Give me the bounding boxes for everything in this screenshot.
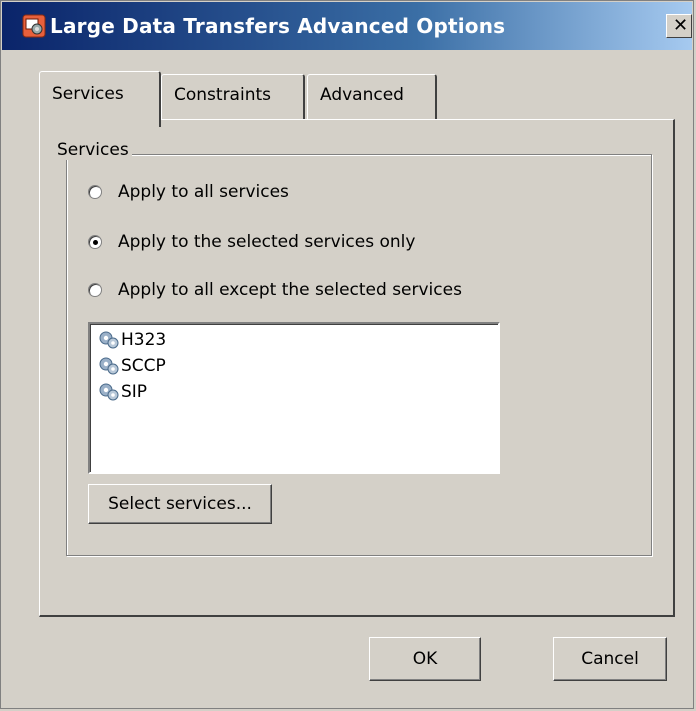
radio-apply-all[interactable]: Apply to all services	[88, 182, 289, 202]
radio-selected-dot	[93, 240, 98, 245]
list-item[interactable]: SIP	[98, 382, 147, 402]
list-item[interactable]: SCCP	[98, 356, 166, 376]
list-item-label: SIP	[121, 382, 148, 402]
tab-advanced[interactable]: Advanced	[307, 74, 437, 120]
tab-services[interactable]: Services	[39, 71, 161, 127]
window-title: Large Data Transfers Advanced Options	[50, 14, 506, 38]
services-group-legend: Services	[54, 140, 132, 160]
radio-apply-except-label: Apply to all except the selected service…	[118, 280, 462, 300]
services-gear-icon	[99, 383, 119, 401]
list-item-label: SCCP	[121, 356, 166, 376]
services-listbox[interactable]: H323 SCCP SIP	[88, 322, 500, 474]
list-item-label: H323	[121, 330, 167, 350]
select-services-button[interactable]: Select services...	[88, 484, 272, 524]
services-gear-icon	[99, 331, 119, 349]
radio-apply-except-button[interactable]	[88, 283, 102, 297]
advanced-options-dialog: Large Data Transfers Advanced Options ✕ …	[0, 0, 694, 709]
radio-apply-except[interactable]: Apply to all except the selected service…	[88, 280, 462, 300]
list-item[interactable]: H323	[98, 330, 166, 350]
radio-apply-all-label: Apply to all services	[118, 182, 289, 202]
radio-apply-selected[interactable]: Apply to the selected services only	[88, 232, 415, 252]
radio-apply-selected-button[interactable]	[88, 235, 102, 249]
services-tab-panel: Services Apply to all services Apply to …	[39, 119, 675, 617]
tab-constraints[interactable]: Constraints	[161, 74, 305, 120]
radio-apply-selected-label: Apply to the selected services only	[118, 232, 416, 252]
radio-apply-all-button[interactable]	[88, 185, 102, 199]
app-icon	[22, 14, 46, 38]
close-icon: ✕	[673, 15, 689, 36]
cancel-button[interactable]: Cancel	[553, 637, 667, 681]
tab-advanced-label: Advanced	[320, 85, 404, 105]
close-button[interactable]: ✕	[666, 14, 692, 38]
tab-services-label: Services	[52, 84, 124, 104]
tab-constraints-label: Constraints	[174, 85, 271, 105]
services-gear-icon	[99, 357, 119, 375]
ok-button[interactable]: OK	[369, 637, 481, 681]
title-bar[interactable]: Large Data Transfers Advanced Options ✕	[2, 2, 692, 50]
